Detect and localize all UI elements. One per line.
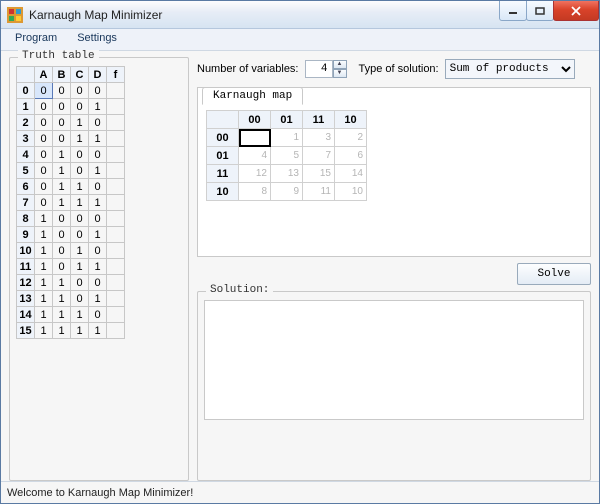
- menubar: Program Settings: [1, 29, 599, 51]
- config-row: Number of variables: ▲ ▼ Type of solutio…: [197, 57, 591, 81]
- kmap-table[interactable]: 0001111000132014576111213151410891110: [206, 110, 367, 201]
- soltype-label: Type of solution:: [359, 63, 439, 75]
- menu-program[interactable]: Program: [5, 29, 67, 50]
- kmap-panel: Karnaugh map 000111100013201457611121315…: [197, 87, 591, 257]
- statusbar: Welcome to Karnaugh Map Minimizer!: [1, 481, 599, 503]
- client-area: Truth table ABCDf00000100012001030011401…: [1, 51, 599, 481]
- solution-group: Solution:: [197, 291, 591, 481]
- solution-box: [204, 300, 584, 420]
- spin-down-icon[interactable]: ▼: [333, 69, 347, 78]
- menu-settings[interactable]: Settings: [67, 29, 127, 50]
- truth-table[interactable]: ABCDf00000100012001030011401005010160110…: [16, 66, 125, 339]
- maximize-button[interactable]: [526, 1, 554, 21]
- truth-table-group: Truth table ABCDf00000100012001030011401…: [9, 57, 189, 481]
- window: Karnaugh Map Minimizer Program Settings …: [0, 0, 600, 504]
- spin-up-icon[interactable]: ▲: [333, 60, 347, 69]
- titlebar: Karnaugh Map Minimizer: [1, 1, 599, 29]
- numvars-label: Number of variables:: [197, 63, 299, 75]
- numvars-spinner[interactable]: ▲ ▼: [305, 60, 347, 78]
- truth-table-legend: Truth table: [18, 50, 99, 62]
- status-text: Welcome to Karnaugh Map Minimizer!: [7, 487, 193, 499]
- app-icon: [7, 7, 23, 23]
- solution-legend: Solution:: [206, 284, 273, 296]
- close-button[interactable]: [553, 1, 599, 21]
- minimize-button[interactable]: [499, 1, 527, 21]
- soltype-select[interactable]: Sum of products: [445, 59, 575, 79]
- solve-button[interactable]: Solve: [517, 263, 591, 285]
- window-buttons: [500, 1, 599, 21]
- numvars-input[interactable]: [305, 60, 333, 78]
- window-title: Karnaugh Map Minimizer: [29, 8, 500, 22]
- tab-kmap[interactable]: Karnaugh map: [202, 87, 303, 105]
